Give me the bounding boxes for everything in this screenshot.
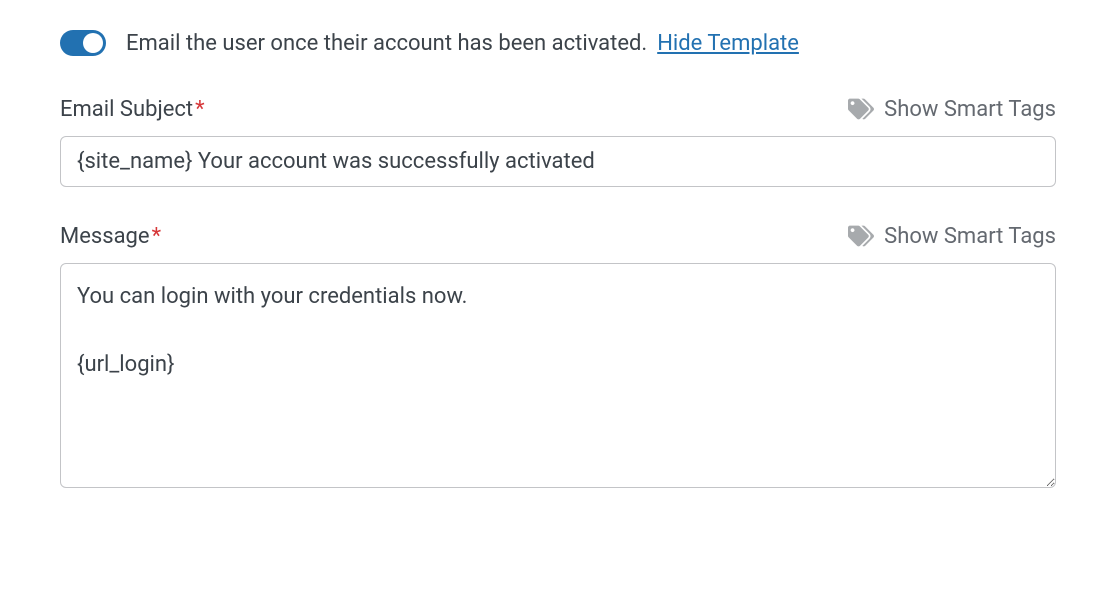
email-subject-input[interactable] (60, 136, 1056, 187)
required-asterisk: * (195, 97, 204, 122)
subject-smart-tags-label: Show Smart Tags (884, 97, 1056, 122)
subject-label: Email Subject* (60, 97, 205, 122)
required-asterisk: * (152, 224, 161, 249)
email-activation-toggle[interactable] (60, 30, 106, 56)
subject-label-text: Email Subject (60, 97, 193, 122)
hide-template-link[interactable]: Hide Template (657, 31, 799, 56)
message-smart-tags-link[interactable]: Show Smart Tags (848, 223, 1056, 249)
message-label: Message* (60, 224, 161, 249)
toggle-knob (83, 33, 103, 53)
toggle-label: Email the user once their account has be… (126, 31, 647, 56)
subject-smart-tags-link[interactable]: Show Smart Tags (848, 96, 1056, 122)
message-textarea[interactable] (60, 263, 1056, 488)
message-label-text: Message (60, 224, 150, 249)
tags-icon (848, 96, 874, 122)
tags-icon (848, 223, 874, 249)
message-smart-tags-label: Show Smart Tags (884, 224, 1056, 249)
